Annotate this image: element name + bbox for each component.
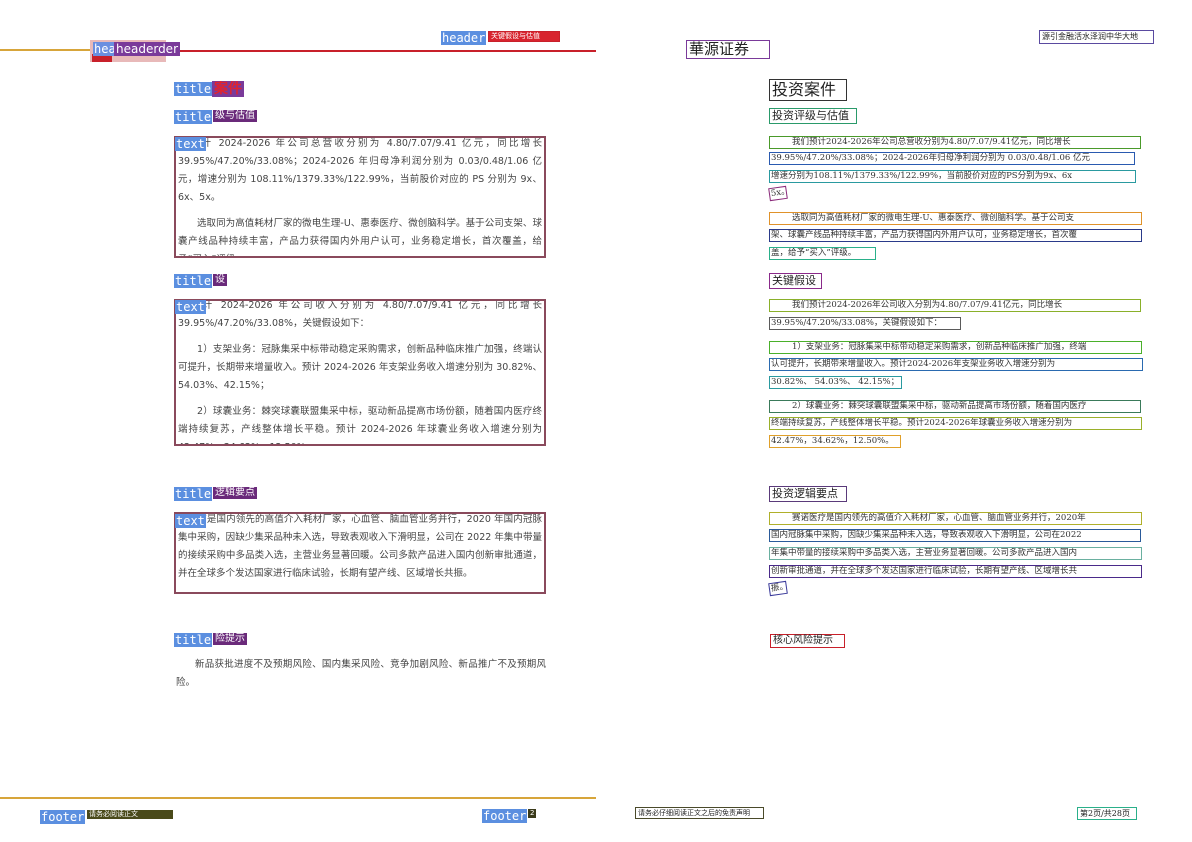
text-label-2: text — [175, 300, 206, 314]
right-row-20: 振。 — [768, 580, 788, 597]
right-row-1: 我们预计2024-2026年公司总营收分别为4.80/7.07/9.41亿元，同… — [769, 136, 1141, 149]
footer-label-right: footer — [482, 809, 528, 823]
header-right-chip: 关键假设与估值 — [488, 31, 560, 42]
footer-label-left: footer — [40, 810, 86, 824]
footer-right-chip: 2 — [528, 809, 537, 818]
header-rule-red — [170, 50, 596, 52]
paragraph-box-logic: 诺医疗是国内领先的高值介入耗材厂家，心血管、脑血管业务并行，2020 年国内冠脉… — [174, 512, 546, 594]
disclaimer-footer: 请务必仔细阅读正文之后的免责声明 — [635, 807, 764, 819]
paragraph-5: 2）球囊业务：棘突球囊联盟集采中标，驱动新品提高市场份额，随着国内医疗终端持续复… — [178, 406, 542, 444]
paragraph-2: 选取同为高值耗材厂家的微电生理-U、惠泰医疗、微创脑科学。基于公司支架、球囊产线… — [178, 218, 542, 256]
right-row-6: 架、球囊产线品种持续丰富，产品力获得国内外用户认可，业务稳定增长，首次覆 — [769, 229, 1142, 242]
paragraph-4: 1）支架业务：冠脉集采中标带动稳定采购需求，创新品种临床推广加强，终端认可提升，… — [178, 344, 542, 391]
title-chip-2: 级与估值 — [213, 110, 257, 122]
paragraph-box-assumptions: 们预计 2024-2026 年公司收入分别为 4.80/7.07/9.41 亿元… — [174, 299, 546, 446]
title-label-3: title — [174, 274, 213, 288]
right-row-13: 2）球囊业务：棘突球囊联盟集采中标，驱动新品提高市场份额，随着国内医疗 — [769, 400, 1141, 413]
text-label-3: text — [175, 514, 206, 528]
paragraph-box-valuation: 们预计 2024-2026 年公司总营收分别为 4.80/7.07/9.41 亿… — [174, 136, 546, 258]
paragraph-3: 们预计 2024-2026 年公司收入分别为 4.80/7.07/9.41 亿元… — [178, 300, 542, 329]
title-label-4: title — [174, 487, 213, 501]
right-row-9: 39.95%/47.20%/33.08%，关键假设如下： — [769, 317, 961, 330]
right-row-19: 创新审批通道，并在全球多个发达国家进行临床试验，长期有望产线、区域增长共 — [769, 565, 1142, 578]
right-row-10: 1）支架业务：冠脉集采中标带动稳定采购需求，创新品种临床推广加强，终端 — [769, 341, 1142, 354]
title-chip-4: 逻辑要点 — [213, 487, 257, 499]
brand-logo-text: 華源证券 — [686, 40, 770, 59]
title-label-5: title — [174, 633, 213, 647]
right-row-5: 选取同为高值耗材厂家的微电生理-U、惠泰医疗、微创脑科学。基于公司支 — [769, 212, 1142, 225]
header-rule-gold — [0, 49, 90, 51]
right-row-18: 年集中带量的接续采购中多品类入选，主营业务显著回暖。公司多款产品进入国内 — [769, 547, 1142, 560]
heading-rating-valuation: 投资评级与估值 — [769, 108, 857, 124]
title-label-1: title — [174, 82, 213, 96]
title-label-2: title — [174, 110, 213, 124]
paragraph-6: 诺医疗是国内领先的高值介入耗材厂家，心血管、脑血管业务并行，2020 年国内冠脉… — [178, 514, 542, 579]
heading-key-assumptions: 关键假设 — [769, 273, 822, 289]
right-row-7: 盖，给予“买入”评级。 — [769, 247, 876, 260]
right-row-2: 39.95%/47.20%/33.08%；2024-2026年归母净利润分别为 … — [769, 152, 1135, 165]
slogan-text: 源引金融活水泽润中华大地 — [1039, 30, 1154, 44]
heading-investment-logic: 投资逻辑要点 — [769, 486, 847, 502]
right-row-17: 国内冠脉集中采购，因缺少集采品种未入选，导致表观收入下滑明显，公司在2022 — [769, 529, 1141, 542]
heading-investment-case: 投资案件 — [769, 79, 847, 101]
right-row-3: 增速分别为108.11%/1379.33%/122.99%，当前股价对应的PS分… — [769, 170, 1136, 183]
text-label-1: text — [175, 137, 206, 151]
title-chip-1: 案件 — [212, 81, 244, 97]
right-row-16: 赛诺医疗是国内领先的高值介入耗材厂家，心血管、脑血管业务并行，2020年 — [769, 512, 1142, 525]
page-number: 第2页/共28页 — [1077, 807, 1137, 820]
right-row-8: 我们预计2024-2026年公司收入分别为4.80/7.07/9.41亿元，同比… — [769, 299, 1141, 312]
footer-rule — [0, 797, 596, 799]
header-logo-chip: headerder — [114, 42, 180, 56]
footer-left-chip: 请务必阅读正文 — [87, 810, 173, 819]
right-row-15: 42.47%，34.62%，12.50%。 — [769, 435, 901, 448]
paragraph-7: 新品获批进度不及预期风险、国内集采风险、竞争加剧风险、新品推广不及预期风险。 — [176, 659, 546, 688]
header-label-right: header — [441, 31, 487, 45]
right-row-14: 终端持续复苏，产线整体增长平稳。预计2024-2026年球囊业务收入增速分别为 — [769, 417, 1142, 430]
heading-core-risks: 核心风险提示 — [770, 634, 845, 648]
right-row-4: 5x。 — [768, 185, 788, 202]
title-chip-3: 设 — [213, 274, 227, 286]
right-row-12: 30.82%、 54.03%、 42.15%； — [769, 376, 902, 389]
title-chip-5: 险提示 — [213, 633, 247, 645]
paragraph-1: 们预计 2024-2026 年公司总营收分别为 4.80/7.07/9.41 亿… — [178, 138, 542, 203]
right-row-11: 认可提升，长期带来增量收入。预计2024-2026年支架业务收入增速分别为 — [769, 358, 1143, 371]
